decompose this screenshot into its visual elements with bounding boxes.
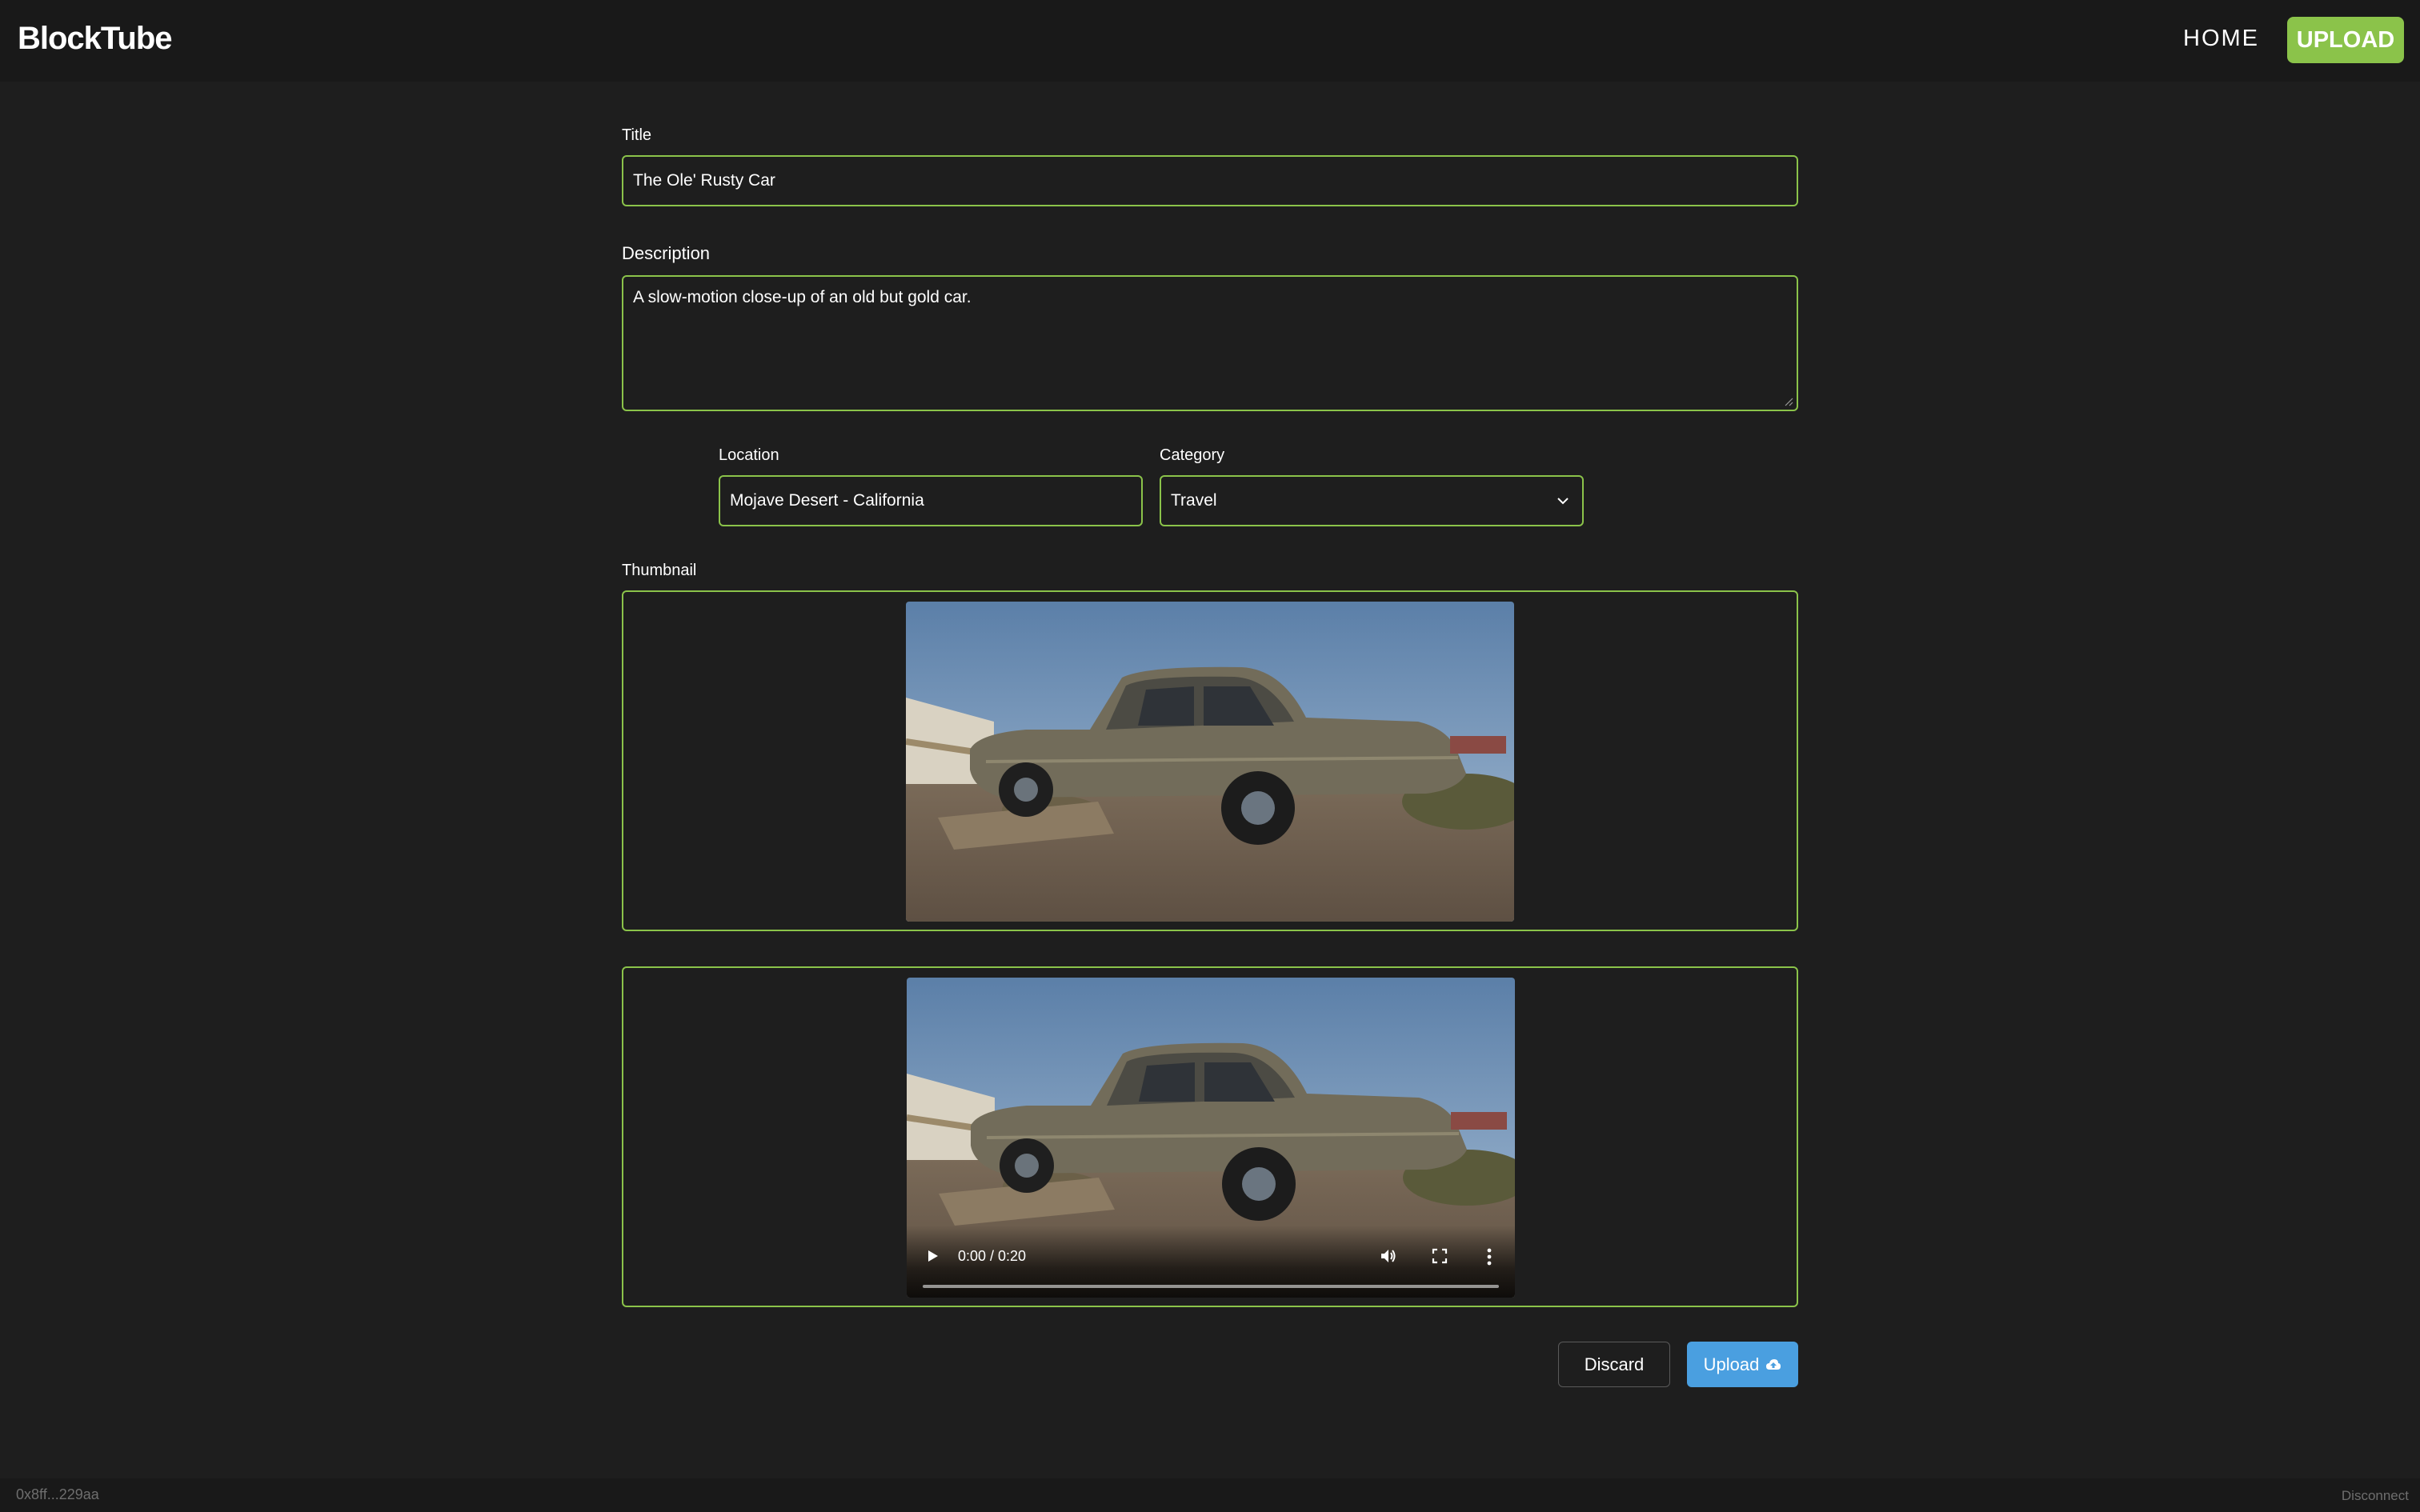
footer-bar: 0x8ff...229aa Disconnect	[0, 1478, 2420, 1512]
title-input[interactable]: The Ole' Rusty Car	[622, 155, 1798, 206]
cloud-upload-icon	[1766, 1358, 1781, 1370]
category-select[interactable]: Travel	[1160, 475, 1584, 526]
chevron-down-icon	[1557, 498, 1569, 505]
video-player[interactable]: 0:00 / 0:20	[907, 978, 1515, 1298]
brand-logo[interactable]: BlockTube	[18, 21, 173, 57]
wallet-address: 0x8ff...229aa	[16, 1486, 99, 1502]
upload-submit-button[interactable]: Upload	[1687, 1342, 1798, 1387]
title-input-value: The Ole' Rusty Car	[633, 171, 775, 190]
volume-icon[interactable]	[1379, 1246, 1398, 1266]
nav-home-link[interactable]: HOME	[2183, 26, 2259, 52]
video-time: 0:00 / 0:20	[958, 1248, 1027, 1264]
nav-upload-button[interactable]: UPLOAD	[2287, 17, 2404, 63]
video-seek-bar[interactable]	[923, 1285, 1499, 1288]
location-input-value: Mojave Desert - California	[730, 491, 924, 510]
location-input[interactable]: Mojave Desert - California	[719, 475, 1143, 526]
description-label: Description	[622, 243, 711, 263]
resize-grip-icon[interactable]	[1784, 397, 1793, 406]
upload-submit-label: Upload	[1703, 1354, 1760, 1374]
play-icon[interactable]	[924, 1248, 940, 1264]
discard-button[interactable]: Discard	[1558, 1342, 1670, 1387]
video-panel: 0:00 / 0:20	[622, 966, 1798, 1307]
disconnect-link[interactable]: Disconnect	[2342, 1488, 2409, 1504]
category-label: Category	[1160, 446, 1225, 464]
description-textarea[interactable]: A slow-motion close-up of an old but gol…	[622, 275, 1798, 411]
thumbnail-label: Thumbnail	[622, 562, 697, 579]
more-vertical-icon[interactable]	[1486, 1248, 1492, 1266]
discard-button-label: Discard	[1584, 1354, 1645, 1374]
description-textarea-value: A slow-motion close-up of an old but gol…	[633, 288, 972, 306]
thumbnail-panel[interactable]	[622, 590, 1798, 931]
thumbnail-image	[906, 602, 1514, 922]
top-navbar: BlockTube HOME UPLOAD	[0, 0, 2420, 82]
title-label: Title	[622, 126, 652, 144]
category-select-value: Travel	[1171, 491, 1217, 510]
fullscreen-icon[interactable]	[1432, 1248, 1448, 1264]
location-label: Location	[719, 446, 779, 464]
video-controls: 0:00 / 0:20	[907, 1226, 1515, 1298]
